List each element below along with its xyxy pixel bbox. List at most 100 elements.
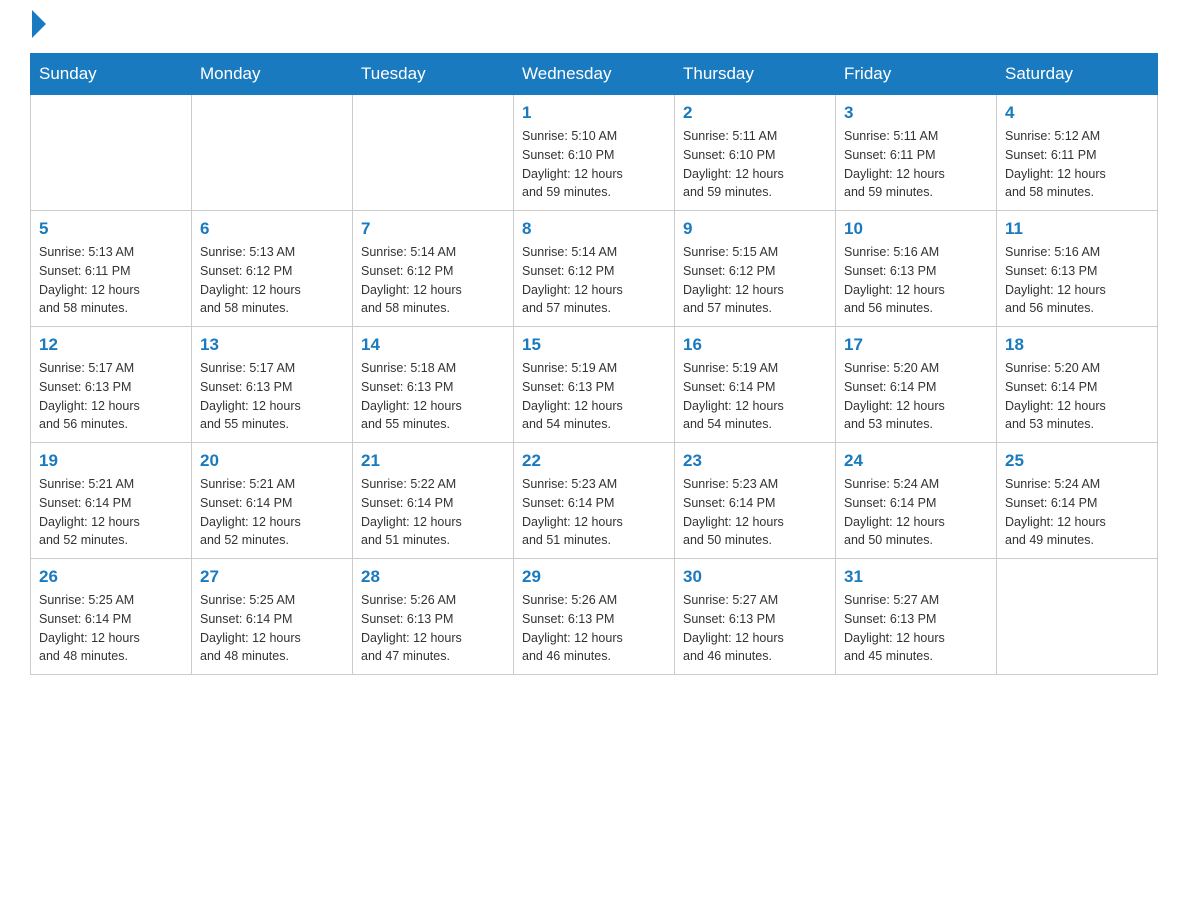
day-info: Sunrise: 5:25 AM Sunset: 6:14 PM Dayligh…	[39, 591, 183, 666]
calendar-cell: 2 Sunrise: 5:11 AM Sunset: 6:10 PM Daylig…	[675, 95, 836, 211]
day-number: 16	[683, 335, 827, 355]
day-info: Sunrise: 5:19 AM Sunset: 6:13 PM Dayligh…	[522, 359, 666, 434]
day-number: 15	[522, 335, 666, 355]
calendar-cell: 11 Sunrise: 5:16 AM Sunset: 6:13 PM Dayli…	[997, 211, 1158, 327]
calendar-cell: 3 Sunrise: 5:11 AM Sunset: 6:11 PM Daylig…	[836, 95, 997, 211]
day-info: Sunrise: 5:16 AM Sunset: 6:13 PM Dayligh…	[1005, 243, 1149, 318]
calendar-cell: 30 Sunrise: 5:27 AM Sunset: 6:13 PM Dayli…	[675, 559, 836, 675]
day-info: Sunrise: 5:27 AM Sunset: 6:13 PM Dayligh…	[844, 591, 988, 666]
day-info: Sunrise: 5:17 AM Sunset: 6:13 PM Dayligh…	[200, 359, 344, 434]
day-number: 7	[361, 219, 505, 239]
page-header	[30, 20, 1158, 33]
day-number: 12	[39, 335, 183, 355]
calendar-cell: 16 Sunrise: 5:19 AM Sunset: 6:14 PM Dayli…	[675, 327, 836, 443]
day-number: 3	[844, 103, 988, 123]
calendar-cell: 6 Sunrise: 5:13 AM Sunset: 6:12 PM Daylig…	[192, 211, 353, 327]
calendar-cell: 4 Sunrise: 5:12 AM Sunset: 6:11 PM Daylig…	[997, 95, 1158, 211]
day-number: 30	[683, 567, 827, 587]
day-info: Sunrise: 5:17 AM Sunset: 6:13 PM Dayligh…	[39, 359, 183, 434]
day-number: 21	[361, 451, 505, 471]
day-info: Sunrise: 5:19 AM Sunset: 6:14 PM Dayligh…	[683, 359, 827, 434]
weekday-header-friday: Friday	[836, 54, 997, 95]
day-info: Sunrise: 5:14 AM Sunset: 6:12 PM Dayligh…	[522, 243, 666, 318]
weekday-header-saturday: Saturday	[997, 54, 1158, 95]
day-info: Sunrise: 5:23 AM Sunset: 6:14 PM Dayligh…	[683, 475, 827, 550]
calendar-table: SundayMondayTuesdayWednesdayThursdayFrid…	[30, 53, 1158, 675]
calendar-cell: 9 Sunrise: 5:15 AM Sunset: 6:12 PM Daylig…	[675, 211, 836, 327]
day-number: 13	[200, 335, 344, 355]
calendar-cell: 20 Sunrise: 5:21 AM Sunset: 6:14 PM Dayli…	[192, 443, 353, 559]
calendar-cell	[353, 95, 514, 211]
calendar-cell: 28Sunrise: 5:26 AM Sunset: 6:13 PM Dayli…	[353, 559, 514, 675]
calendar-cell: 12 Sunrise: 5:17 AM Sunset: 6:13 PM Dayli…	[31, 327, 192, 443]
weekday-header-sunday: Sunday	[31, 54, 192, 95]
day-number: 2	[683, 103, 827, 123]
day-info: Sunrise: 5:25 AM Sunset: 6:14 PM Dayligh…	[200, 591, 344, 666]
calendar-cell: 14 Sunrise: 5:18 AM Sunset: 6:13 PM Dayli…	[353, 327, 514, 443]
calendar-cell: 22Sunrise: 5:23 AM Sunset: 6:14 PM Dayli…	[514, 443, 675, 559]
day-info: Sunrise: 5:24 AM Sunset: 6:14 PM Dayligh…	[1005, 475, 1149, 550]
weekday-header-monday: Monday	[192, 54, 353, 95]
day-number: 11	[1005, 219, 1149, 239]
day-number: 27	[200, 567, 344, 587]
calendar-cell	[997, 559, 1158, 675]
day-info: Sunrise: 5:21 AM Sunset: 6:14 PM Dayligh…	[39, 475, 183, 550]
day-info: Sunrise: 5:14 AM Sunset: 6:12 PM Dayligh…	[361, 243, 505, 318]
day-number: 14	[361, 335, 505, 355]
day-number: 8	[522, 219, 666, 239]
day-number: 1	[522, 103, 666, 123]
calendar-cell: 23 Sunrise: 5:23 AM Sunset: 6:14 PM Dayli…	[675, 443, 836, 559]
day-number: 20	[200, 451, 344, 471]
day-info: Sunrise: 5:13 AM Sunset: 6:12 PM Dayligh…	[200, 243, 344, 318]
day-number: 24	[844, 451, 988, 471]
calendar-cell: 8 Sunrise: 5:14 AM Sunset: 6:12 PM Daylig…	[514, 211, 675, 327]
day-number: 25	[1005, 451, 1149, 471]
day-number: 6	[200, 219, 344, 239]
day-info: Sunrise: 5:11 AM Sunset: 6:10 PM Dayligh…	[683, 127, 827, 202]
day-info: Sunrise: 5:15 AM Sunset: 6:12 PM Dayligh…	[683, 243, 827, 318]
calendar-cell: 7 Sunrise: 5:14 AM Sunset: 6:12 PM Daylig…	[353, 211, 514, 327]
day-info: Sunrise: 5:20 AM Sunset: 6:14 PM Dayligh…	[844, 359, 988, 434]
calendar-cell: 27 Sunrise: 5:25 AM Sunset: 6:14 PM Dayli…	[192, 559, 353, 675]
calendar-cell: 24 Sunrise: 5:24 AM Sunset: 6:14 PM Dayli…	[836, 443, 997, 559]
weekday-header-tuesday: Tuesday	[353, 54, 514, 95]
day-info: Sunrise: 5:12 AM Sunset: 6:11 PM Dayligh…	[1005, 127, 1149, 202]
day-info: Sunrise: 5:11 AM Sunset: 6:11 PM Dayligh…	[844, 127, 988, 202]
day-number: 10	[844, 219, 988, 239]
day-number: 4	[1005, 103, 1149, 123]
calendar-header-row: SundayMondayTuesdayWednesdayThursdayFrid…	[31, 54, 1158, 95]
calendar-cell	[31, 95, 192, 211]
calendar-cell	[192, 95, 353, 211]
weekday-header-thursday: Thursday	[675, 54, 836, 95]
day-info: Sunrise: 5:24 AM Sunset: 6:14 PM Dayligh…	[844, 475, 988, 550]
day-number: 5	[39, 219, 183, 239]
day-info: Sunrise: 5:16 AM Sunset: 6:13 PM Dayligh…	[844, 243, 988, 318]
calendar-cell: 29Sunrise: 5:26 AM Sunset: 6:13 PM Dayli…	[514, 559, 675, 675]
calendar-cell: 21Sunrise: 5:22 AM Sunset: 6:14 PM Dayli…	[353, 443, 514, 559]
calendar-week-row: 1Sunrise: 5:10 AM Sunset: 6:10 PM Daylig…	[31, 95, 1158, 211]
day-info: Sunrise: 5:23 AM Sunset: 6:14 PM Dayligh…	[522, 475, 666, 550]
day-info: Sunrise: 5:21 AM Sunset: 6:14 PM Dayligh…	[200, 475, 344, 550]
calendar-cell: 25 Sunrise: 5:24 AM Sunset: 6:14 PM Dayli…	[997, 443, 1158, 559]
calendar-cell: 26 Sunrise: 5:25 AM Sunset: 6:14 PM Dayli…	[31, 559, 192, 675]
weekday-header-wednesday: Wednesday	[514, 54, 675, 95]
day-number: 26	[39, 567, 183, 587]
calendar-cell: 15 Sunrise: 5:19 AM Sunset: 6:13 PM Dayli…	[514, 327, 675, 443]
calendar-week-row: 12 Sunrise: 5:17 AM Sunset: 6:13 PM Dayli…	[31, 327, 1158, 443]
day-number: 23	[683, 451, 827, 471]
day-number: 17	[844, 335, 988, 355]
calendar-cell: 1Sunrise: 5:10 AM Sunset: 6:10 PM Daylig…	[514, 95, 675, 211]
day-number: 19	[39, 451, 183, 471]
logo	[30, 20, 46, 33]
day-info: Sunrise: 5:27 AM Sunset: 6:13 PM Dayligh…	[683, 591, 827, 666]
day-number: 29	[522, 567, 666, 587]
day-info: Sunrise: 5:18 AM Sunset: 6:13 PM Dayligh…	[361, 359, 505, 434]
day-number: 9	[683, 219, 827, 239]
day-number: 28	[361, 567, 505, 587]
calendar-cell: 17 Sunrise: 5:20 AM Sunset: 6:14 PM Dayli…	[836, 327, 997, 443]
calendar-cell: 10 Sunrise: 5:16 AM Sunset: 6:13 PM Dayli…	[836, 211, 997, 327]
day-info: Sunrise: 5:13 AM Sunset: 6:11 PM Dayligh…	[39, 243, 183, 318]
calendar-cell: 5 Sunrise: 5:13 AM Sunset: 6:11 PM Daylig…	[31, 211, 192, 327]
day-number: 31	[844, 567, 988, 587]
calendar-week-row: 19 Sunrise: 5:21 AM Sunset: 6:14 PM Dayli…	[31, 443, 1158, 559]
